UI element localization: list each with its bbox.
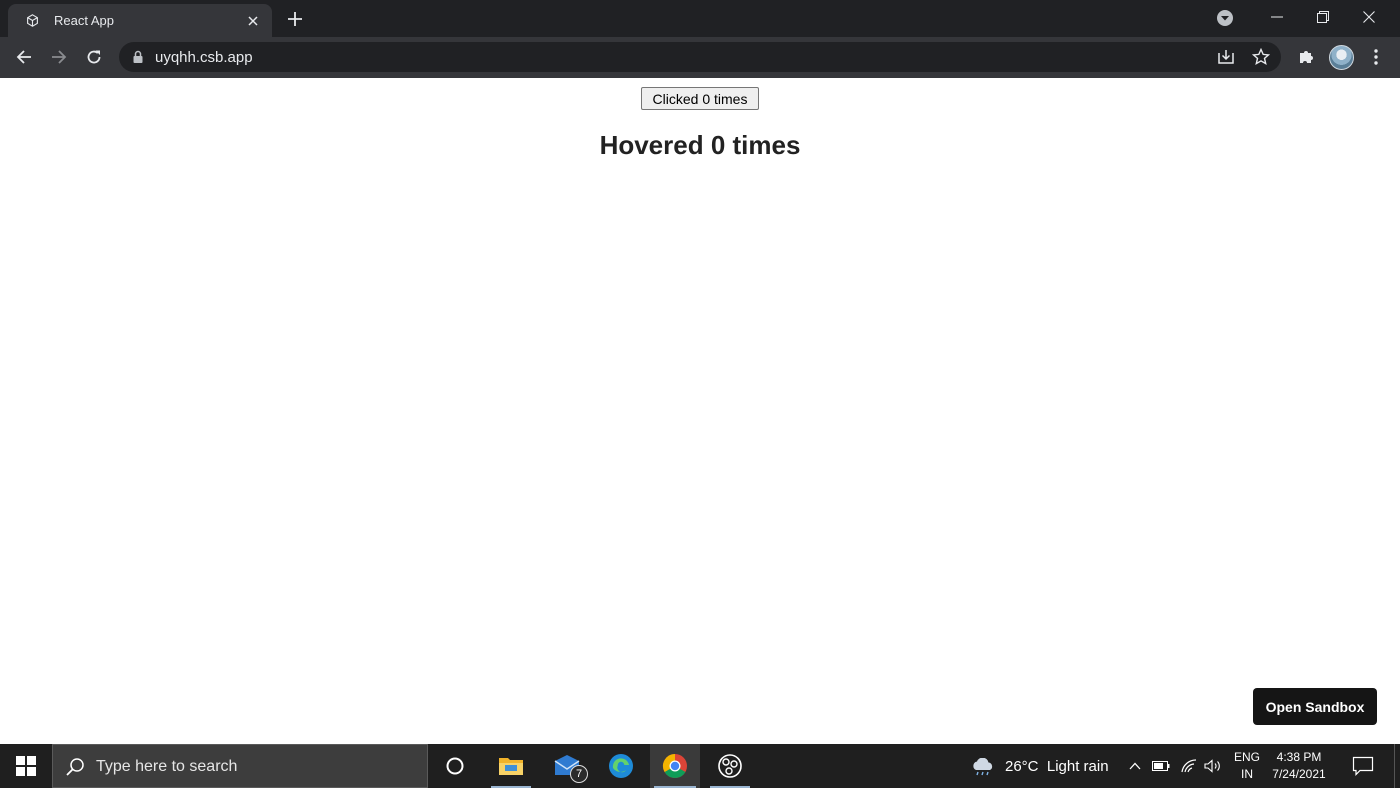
avatar[interactable] xyxy=(1329,45,1354,70)
chrome-icon[interactable] xyxy=(650,744,700,788)
puzzle-icon[interactable] xyxy=(1296,47,1316,67)
screen: React App uyqhh.csb.app Clicked 0 times … xyxy=(0,0,1400,788)
install-app-icon[interactable] xyxy=(1217,48,1235,66)
language-line1: ENG xyxy=(1233,750,1260,764)
tab-close-icon[interactable] xyxy=(244,12,262,30)
windows-start-icon[interactable] xyxy=(0,744,52,788)
react-cube-icon xyxy=(24,13,40,29)
taskbar-search-box[interactable]: Type here to search xyxy=(52,744,428,788)
click-counter-button[interactable]: Clicked 0 times xyxy=(641,87,759,110)
clock-date: 7/24/2021 xyxy=(1272,767,1326,781)
taskbar-search-placeholder[interactable]: Type here to search xyxy=(96,758,237,776)
tab-title: React App xyxy=(54,13,114,28)
hover-counter-heading[interactable]: Hovered 0 times xyxy=(0,130,1400,161)
chevron-up-icon[interactable] xyxy=(1126,757,1144,775)
browser-toolbar: uyqhh.csb.app xyxy=(0,37,1400,78)
url-text[interactable]: uyqhh.csb.app xyxy=(155,49,253,66)
arrow-left-icon[interactable] xyxy=(12,45,36,69)
tab-strip: React App xyxy=(0,0,1400,37)
chevron-down-circle-icon[interactable] xyxy=(1216,9,1234,27)
weather-text[interactable]: 26°C Light rain xyxy=(1005,758,1109,775)
show-desktop-button[interactable] xyxy=(1394,744,1400,788)
minimize-icon[interactable] xyxy=(1254,0,1300,34)
browser-tab[interactable]: React App xyxy=(8,4,272,37)
windows-taskbar: Type here to search 26°C Light rain ENG … xyxy=(0,744,1400,788)
close-icon[interactable] xyxy=(1346,0,1392,34)
address-bar[interactable]: uyqhh.csb.app xyxy=(119,42,1281,72)
restore-icon[interactable] xyxy=(1300,0,1346,34)
weather-temp: 26°C xyxy=(1005,758,1039,775)
edge-icon[interactable] xyxy=(597,744,645,788)
language-line2: IN xyxy=(1241,767,1253,781)
weather-condition: Light rain xyxy=(1046,758,1109,775)
plus-icon[interactable] xyxy=(284,8,306,30)
wifi-icon[interactable] xyxy=(1180,757,1198,775)
language-indicator[interactable]: ENG IN xyxy=(1233,749,1261,783)
obs-icon[interactable] xyxy=(706,744,754,788)
kebab-menu-icon[interactable] xyxy=(1366,47,1386,67)
open-sandbox-button[interactable]: Open Sandbox xyxy=(1253,688,1377,725)
search-icon xyxy=(65,757,85,777)
star-icon[interactable] xyxy=(1251,47,1271,66)
cortana-icon[interactable] xyxy=(431,744,479,788)
notification-icon[interactable] xyxy=(1352,756,1374,776)
speaker-icon[interactable] xyxy=(1204,757,1222,775)
cloud-rain-icon[interactable] xyxy=(970,757,996,776)
clock-time: 4:38 PM xyxy=(1276,750,1322,764)
file-explorer-icon[interactable] xyxy=(487,744,535,788)
page-content: Clicked 0 times Hovered 0 times Open San… xyxy=(0,78,1400,744)
reload-icon[interactable] xyxy=(82,45,106,69)
mail-badge: 7 xyxy=(570,765,588,783)
lock-icon[interactable] xyxy=(131,50,145,64)
arrow-right-icon[interactable] xyxy=(47,45,71,69)
system-clock[interactable]: 4:38 PM 7/24/2021 xyxy=(1268,749,1330,783)
battery-icon[interactable] xyxy=(1152,757,1170,775)
